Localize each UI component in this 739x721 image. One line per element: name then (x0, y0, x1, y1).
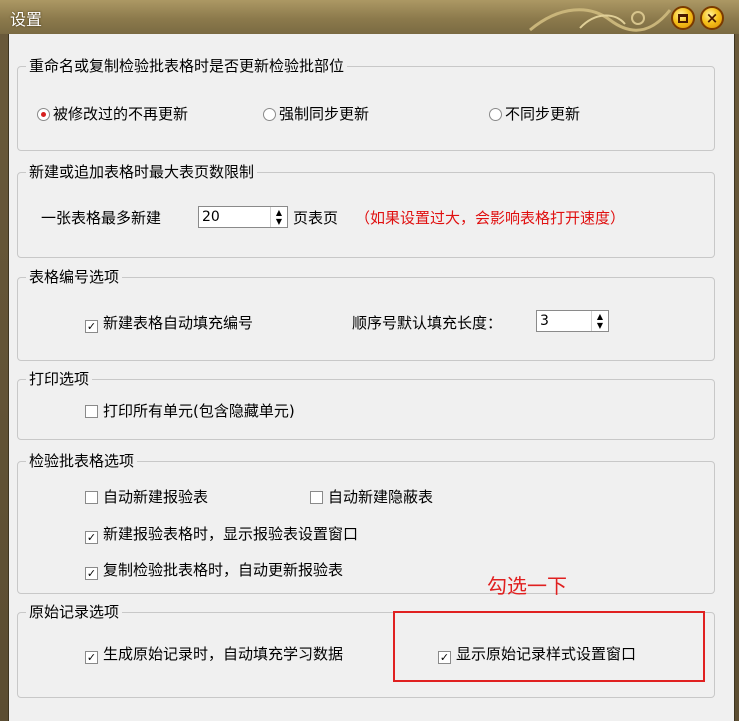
auto-fill-learning-checkbox[interactable]: ✓ 生成原始记录时，自动填充学习数据 (85, 644, 343, 664)
max-pages-warning: （如果设置过大，会影响表格打开速度） (355, 209, 626, 227)
auto-report-checkbox[interactable]: 自动新建报验表 (85, 487, 208, 507)
auto-report-label: 自动新建报验表 (103, 488, 209, 506)
checkbox-unchecked-icon (85, 405, 98, 418)
auto-fill-learning-label: 生成原始记录时，自动填充学习数据 (103, 645, 344, 663)
max-pages-legend: 新建或追加表格时最大表页数限制 (26, 162, 258, 182)
checkbox-checked-icon: ✓ (85, 320, 98, 333)
window-title: 设置 (10, 10, 43, 29)
radio-force-sync[interactable]: 强制同步更新 (263, 104, 369, 124)
checkbox-checked-icon: ✓ (85, 567, 98, 580)
print-legend: 打印选项 (26, 369, 93, 389)
copy-update-checkbox[interactable]: ✓ 复制检验批表格时，自动更新报验表 (85, 560, 343, 580)
auto-hidden-label: 自动新建隐蔽表 (328, 488, 434, 506)
rename-update-legend: 重命名或复制检验批表格时是否更新检验批部位 (26, 56, 348, 76)
max-pages-spinner[interactable]: 20 ▲ ▼ (198, 206, 288, 228)
radio-no-sync-label: 不同步更新 (505, 105, 581, 123)
seq-length-label: 顺序号默认填充长度： (352, 314, 503, 332)
max-pages-value[interactable]: 20 (199, 207, 270, 227)
show-report-window-checkbox[interactable]: ✓ 新建报验表格时，显示报验表设置窗口 (85, 524, 358, 544)
inspection-group: 检验批表格选项 自动新建报验表 自动新建隐蔽表 ✓ 新建报验表格时，显示报验表设置… (17, 451, 715, 594)
rename-update-group: 重命名或复制检验批表格时是否更新检验批部位 被修改过的不再更新 强制同步更新 不… (17, 56, 715, 151)
print-all-label: 打印所有单元(包含隐藏单元) (103, 402, 295, 420)
close-button[interactable]: × (700, 6, 724, 30)
auto-hidden-checkbox[interactable]: 自动新建隐蔽表 (310, 487, 433, 507)
radio-indicator (263, 108, 276, 121)
max-pages-prefix: 一张表格最多新建 (41, 209, 162, 227)
title-ornament-icon (529, 8, 672, 32)
max-pages-suffix: 页表页 (293, 209, 339, 227)
auto-number-checkbox[interactable]: ✓ 新建表格自动填充编号 (85, 313, 253, 333)
radio-indicator (37, 108, 50, 121)
copy-update-label: 复制检验批表格时，自动更新报验表 (103, 561, 344, 579)
numbering-legend: 表格编号选项 (26, 267, 123, 287)
seq-length-spinner[interactable]: 3 ▲ ▼ (536, 310, 609, 332)
checkbox-checked-icon: ✓ (85, 651, 98, 664)
radio-force-sync-label: 强制同步更新 (279, 105, 370, 123)
numbering-group: 表格编号选项 ✓ 新建表格自动填充编号 顺序号默认填充长度： 3 ▲ ▼ (17, 267, 715, 361)
title-bar[interactable]: 设置 × (0, 0, 739, 34)
radio-keep-modified[interactable]: 被修改过的不再更新 (37, 104, 188, 124)
show-report-window-label: 新建报验表格时，显示报验表设置窗口 (103, 525, 359, 543)
radio-keep-modified-label: 被修改过的不再更新 (53, 105, 189, 123)
annotation-highlight-box (393, 611, 705, 682)
print-all-checkbox[interactable]: 打印所有单元(包含隐藏单元) (85, 401, 295, 421)
spinner-arrows-icon[interactable]: ▲ ▼ (591, 311, 608, 331)
print-group: 打印选项 打印所有单元(包含隐藏单元) (17, 369, 715, 440)
radio-no-sync[interactable]: 不同步更新 (489, 104, 580, 124)
minimize-button[interactable] (671, 6, 695, 30)
spinner-arrows-icon[interactable]: ▲ ▼ (270, 207, 287, 227)
annotation-note: 勾选一下 (487, 574, 567, 598)
checkbox-unchecked-icon (85, 491, 98, 504)
minimize-icon (678, 13, 688, 23)
close-icon: × (705, 8, 719, 27)
original-record-legend: 原始记录选项 (26, 602, 123, 622)
checkbox-checked-icon: ✓ (85, 531, 98, 544)
max-pages-group: 新建或追加表格时最大表页数限制 一张表格最多新建 20 ▲ ▼ 页表页 （如果设置… (17, 162, 715, 258)
inspection-legend: 检验批表格选项 (26, 451, 138, 471)
settings-window: 设置 × 重命名或复制检验批表格时是否更新检验批部位 被修改过的不再更新 强制同… (0, 0, 739, 721)
seq-length-value[interactable]: 3 (537, 311, 591, 331)
checkbox-unchecked-icon (310, 491, 323, 504)
radio-indicator (489, 108, 502, 121)
auto-number-label: 新建表格自动填充编号 (103, 314, 254, 332)
